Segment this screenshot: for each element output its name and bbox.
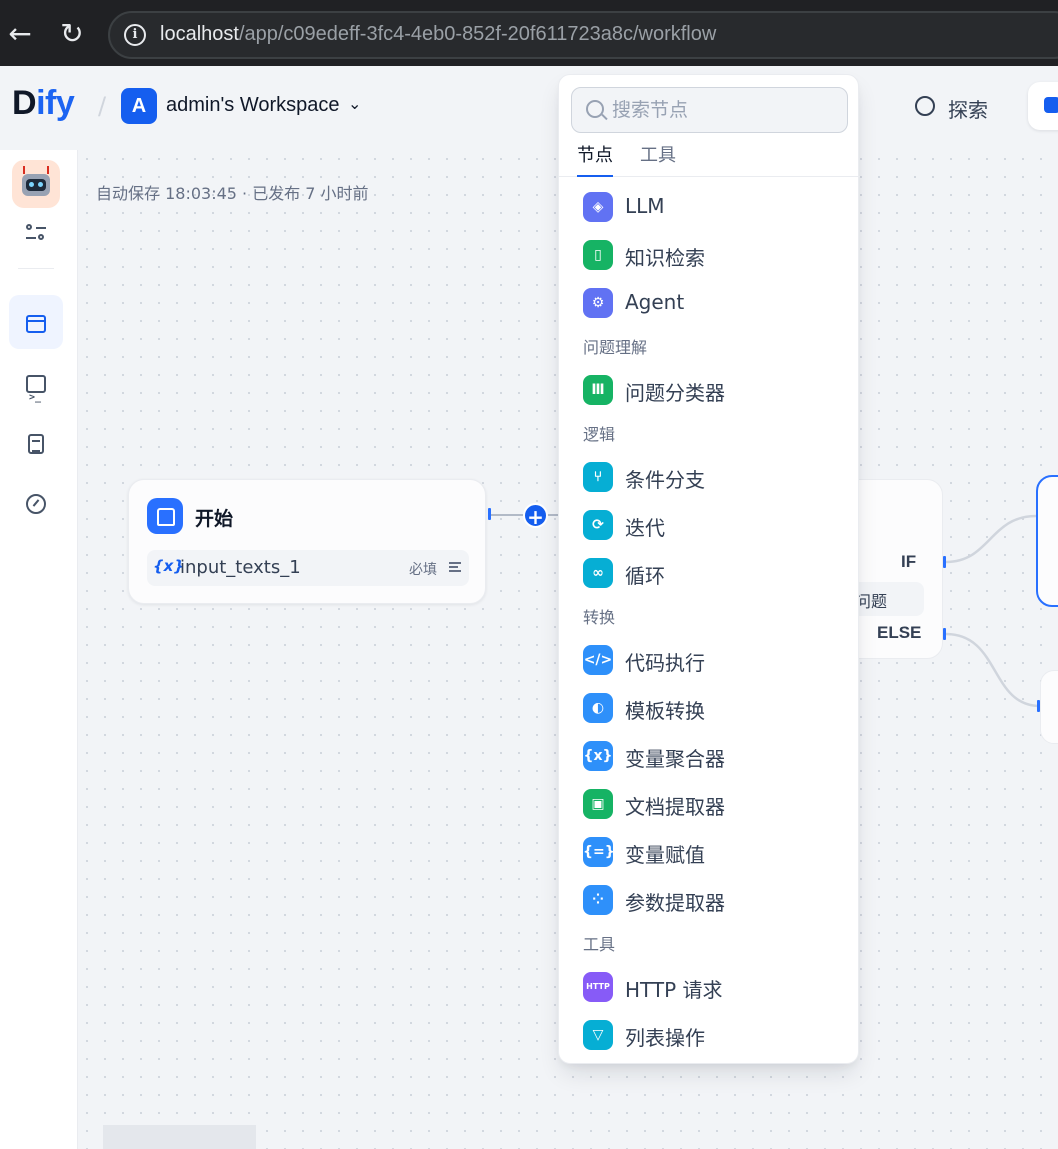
document-icon: ▣ [583, 789, 613, 819]
edge-else-branch [945, 632, 1041, 708]
node-option-code[interactable]: </> 代码执行 [571, 638, 848, 682]
edge-if-branch [945, 514, 1037, 564]
search-box[interactable] [571, 87, 848, 133]
node-option-label: 知识检索 [625, 246, 705, 270]
assign-icon: {=} [583, 837, 615, 867]
downstream-node[interactable] [1040, 670, 1058, 744]
downstream-node-selected[interactable] [1036, 475, 1058, 607]
condition-text: 问题 [855, 592, 888, 611]
node-option-label: LLM [625, 194, 665, 218]
node-option-label: HTTP 请求 [625, 978, 723, 1002]
group-label-tools: 工具 [583, 935, 616, 954]
group-label-logic: 逻辑 [583, 425, 616, 444]
node-option-question-classifier[interactable]: Ⅲ 问题分类器 [571, 368, 848, 412]
node-option-label: 列表操作 [625, 1026, 705, 1050]
infinity-icon: ∞ [583, 558, 613, 588]
template-icon: ◐ [583, 693, 613, 723]
node-option-label: 代码执行 [625, 651, 705, 675]
start-variable-row[interactable]: {x} input_texts_1 必填 [147, 550, 469, 586]
grid-dots-icon: ⁘ [583, 885, 613, 915]
node-option-knowledge-retrieval[interactable]: ▯ 知识检索 [571, 233, 848, 277]
else-output-handle[interactable] [943, 628, 946, 640]
tab-tools[interactable]: 工具 [640, 141, 676, 175]
node-option-llm[interactable]: ◈ LLM [571, 185, 848, 229]
columns-icon: Ⅲ [583, 375, 613, 405]
node-option-label: Agent [625, 290, 685, 314]
node-option-variable-aggregator[interactable]: {x} 变量聚合器 [571, 734, 848, 778]
node-picker-popup: 节点 工具 ◈ LLM ▯ 知识检索 ⚙ Agent 问题理解 Ⅲ 问题分类器 … [558, 74, 860, 1064]
downstream-input-handle[interactable] [1037, 700, 1040, 712]
search-icon [586, 100, 604, 118]
if-output-handle[interactable] [943, 556, 946, 568]
node-option-label: 文档提取器 [625, 795, 725, 819]
text-lines-icon [449, 562, 461, 572]
llm-icon: ◈ [583, 192, 613, 222]
variable-icon: {x} [583, 741, 613, 771]
start-node-title: 开始 [195, 508, 234, 530]
node-option-label: 参数提取器 [625, 891, 725, 915]
picker-tabs: 节点 工具 [559, 139, 860, 177]
variable-name: input_texts_1 [180, 557, 301, 578]
tab-nodes[interactable]: 节点 [577, 141, 613, 177]
node-option-template-transform[interactable]: ◐ 模板转换 [571, 686, 848, 730]
refresh-icon: ⟳ [583, 510, 613, 540]
node-option-if-else[interactable]: ⑂ 条件分支 [571, 455, 848, 499]
node-option-label: 迭代 [625, 516, 665, 540]
node-option-iteration[interactable]: ⟳ 迭代 [571, 503, 848, 547]
home-icon [147, 498, 183, 534]
node-option-label: 循环 [625, 564, 665, 588]
group-label-transform: 转换 [583, 608, 616, 627]
required-badge: 必填 [409, 562, 437, 578]
canvas-minimap[interactable] [103, 1125, 256, 1149]
node-option-label: 变量赋值 [625, 843, 705, 867]
node-option-loop[interactable]: ∞ 循环 [571, 551, 848, 595]
http-icon: HTTP [583, 972, 613, 1002]
group-label-question-understanding: 问题理解 [583, 338, 648, 357]
start-node[interactable]: 开始 {x} input_texts_1 必填 [128, 479, 486, 604]
node-option-document-extractor[interactable]: ▣ 文档提取器 [571, 782, 848, 826]
node-option-parameter-extractor[interactable]: ⁘ 参数提取器 [571, 878, 848, 922]
node-option-label: 问题分类器 [625, 381, 725, 405]
node-option-http-request[interactable]: HTTP HTTP 请求 [571, 965, 848, 1009]
agent-icon: ⚙ [583, 288, 613, 318]
node-option-list-operator[interactable]: ▽ 列表操作 [571, 1013, 848, 1057]
search-input[interactable] [612, 97, 832, 123]
node-option-agent[interactable]: ⚙ Agent [571, 281, 848, 325]
node-option-label: 模板转换 [625, 699, 705, 723]
code-icon: </> [583, 645, 613, 675]
else-branch-label: ELSE [877, 623, 922, 642]
node-option-label: 条件分支 [625, 468, 705, 492]
branch-icon: ⑂ [583, 462, 613, 492]
node-option-label: 变量聚合器 [625, 747, 725, 771]
add-node-button[interactable]: + [523, 503, 548, 529]
book-icon: ▯ [583, 240, 613, 270]
node-option-variable-assigner[interactable]: {=} 变量赋值 [571, 830, 848, 874]
if-branch-label: IF [901, 552, 917, 571]
filter-icon: ▽ [583, 1020, 613, 1050]
